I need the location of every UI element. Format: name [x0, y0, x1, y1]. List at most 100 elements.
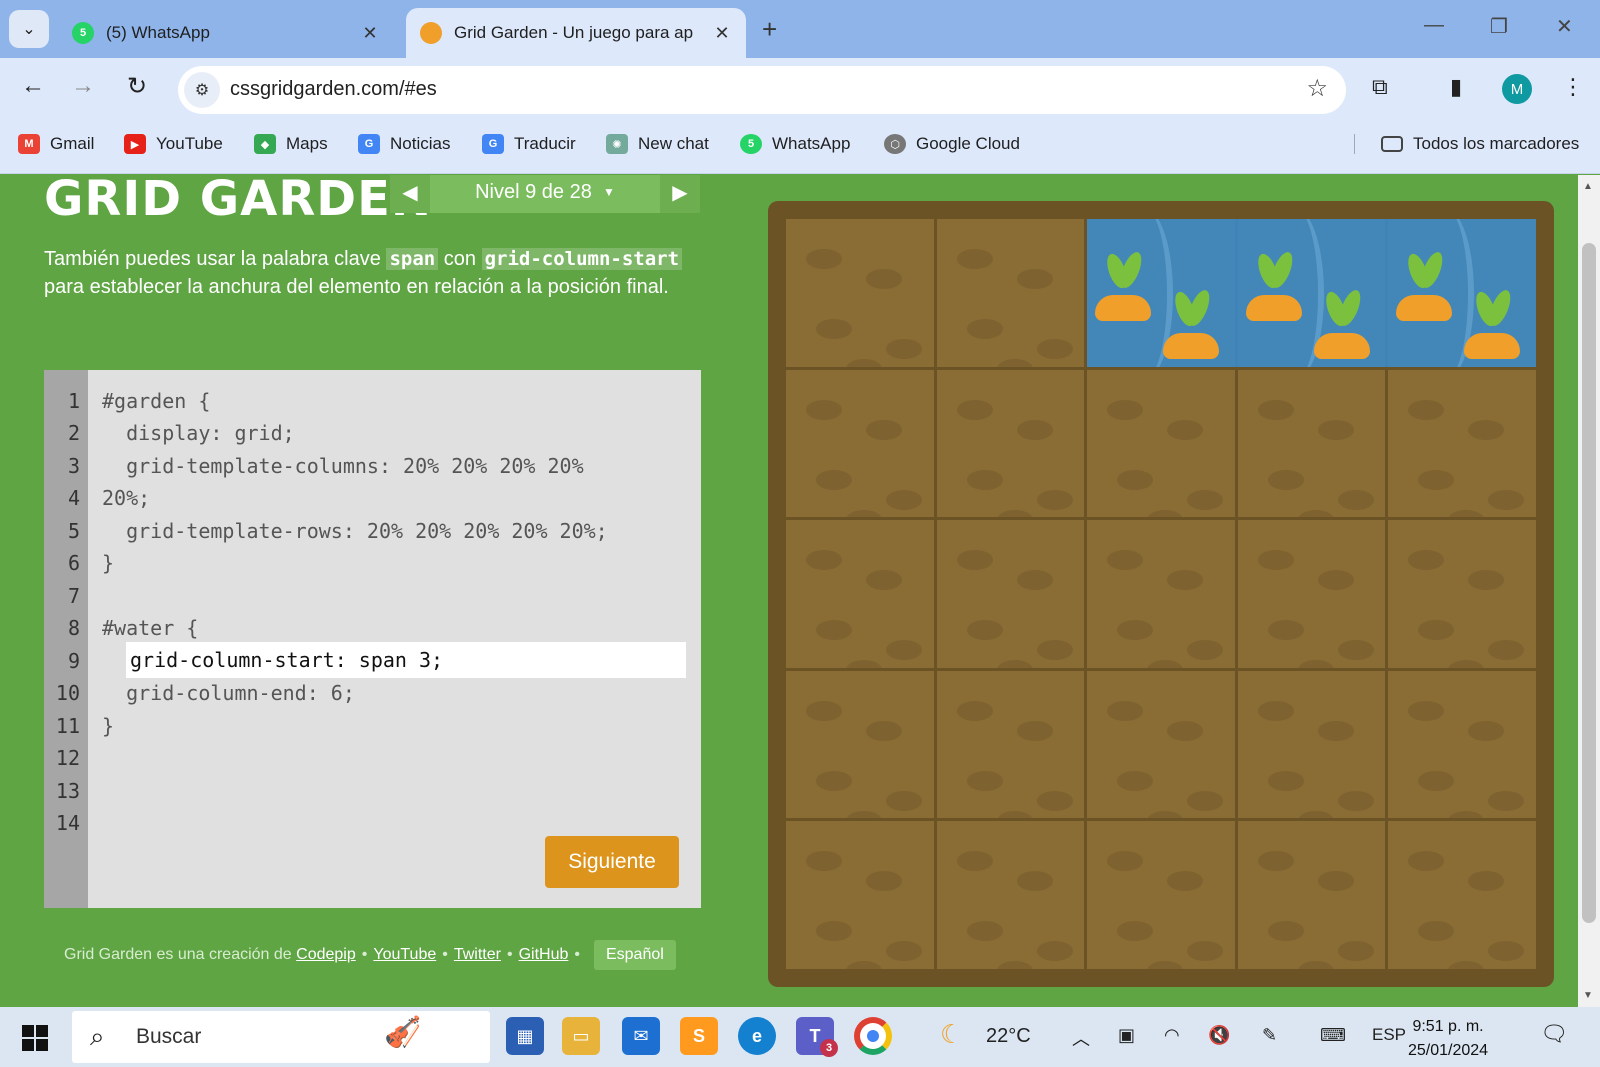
css-answer-input[interactable] [126, 642, 686, 678]
url-text[interactable]: cssgridgarden.com/#es [230, 78, 437, 101]
bookmark-star-icon[interactable]: ☆ [1306, 74, 1328, 103]
line-number: 5 [67, 519, 80, 543]
link-twitter[interactable]: Twitter [454, 946, 501, 964]
prev-level-icon[interactable]: ◀ [390, 175, 430, 213]
page-scrollbar[interactable]: ▲ ▼ [1578, 175, 1600, 1007]
soil-cell [1087, 670, 1235, 819]
tab-title: Grid Garden - Un juego para ap [454, 23, 694, 42]
restore-icon[interactable]: ❐ [1490, 14, 1508, 39]
level-navigator: ◀ Nivel 9 de 28 ▼ ▶ [390, 175, 700, 213]
scroll-thumb[interactable] [1582, 243, 1596, 923]
forward-icon[interactable]: → [66, 72, 100, 100]
chevron-up-icon[interactable]: ︿ [1072, 1025, 1090, 1051]
taskbar-clock[interactable]: 9:51 p. m. 25/01/2024 [1408, 1015, 1488, 1063]
close-tab-icon[interactable]: ✕ [360, 23, 380, 44]
line-number: 10 [55, 681, 80, 705]
line-number: 6 [67, 551, 80, 575]
new-tab-button[interactable]: + [762, 14, 777, 45]
chatgpt-icon: ✺ [606, 134, 628, 154]
bookmark-whatsapp[interactable]: 5 WhatsApp [740, 134, 850, 154]
water-cell [1237, 219, 1386, 367]
mail-icon[interactable]: ✉ [622, 1017, 660, 1055]
file-explorer-icon[interactable]: ▭ [562, 1017, 600, 1055]
link-codepip[interactable]: Codepip [296, 946, 356, 964]
all-bookmarks[interactable]: Todos los marcadores [1354, 134, 1579, 154]
bookmark-traducir[interactable]: G Traducir [482, 134, 576, 154]
reload-icon[interactable]: ↻ [120, 72, 154, 101]
garden-grid [786, 219, 1536, 969]
wifi-icon[interactable]: ◠ [1164, 1025, 1180, 1046]
link-youtube[interactable]: YouTube [373, 946, 436, 964]
soil-cell [1237, 670, 1386, 819]
extensions-icon[interactable]: ⧉ [1372, 74, 1388, 100]
address-bar[interactable]: ⚙ cssgridgarden.com/#es ☆ [178, 66, 1346, 114]
side-panel-icon[interactable]: ▮ [1450, 74, 1462, 100]
bookmark-youtube[interactable]: ▶ YouTube [124, 134, 223, 154]
search-icon: ⌕ [90, 1021, 105, 1051]
windows-start-icon[interactable] [22, 1025, 48, 1051]
tab-title: (5) WhatsApp [106, 23, 210, 42]
teams-icon[interactable]: T3 [796, 1017, 838, 1057]
soil-cell [1237, 369, 1386, 518]
keyboard-icon[interactable]: ⌨ [1320, 1025, 1346, 1046]
close-tab-icon[interactable]: ✕ [712, 23, 732, 44]
chrome-icon[interactable] [854, 1017, 892, 1055]
game-logo: GRID GARDEN [44, 175, 433, 227]
clock-date: 25/01/2024 [1408, 1042, 1489, 1059]
bookmark-new-chat[interactable]: ✺ New chat [606, 134, 709, 154]
keyword-span: span [386, 248, 439, 270]
whatsapp-icon: 5 [72, 22, 94, 44]
level-select[interactable]: Nivel 9 de 28 ▼ [430, 175, 660, 213]
notifications-icon[interactable]: 🗨 [1540, 1021, 1568, 1047]
soil-cell [1087, 520, 1235, 668]
bookmark-maps[interactable]: ◆ Maps [254, 134, 328, 154]
clock-time: 9:51 p. m. [1412, 1018, 1484, 1035]
taskbar-search[interactable]: ⌕ Buscar 🎻 [72, 1011, 490, 1063]
avatar[interactable]: M [1502, 74, 1532, 104]
browser-toolbar: ← → ↻ ⚙ cssgridgarden.com/#es ☆ ⧉ ▮ M ⋮ [0, 58, 1600, 120]
input-language[interactable]: ESP [1372, 1025, 1406, 1045]
code-line: #water { [102, 616, 199, 640]
edge-icon[interactable]: e [738, 1017, 776, 1055]
tab-grid-garden[interactable]: Grid Garden - Un juego para ap ✕ [406, 8, 746, 58]
minimize-icon[interactable]: — [1424, 14, 1444, 37]
line-number: 12 [55, 746, 80, 770]
back-icon[interactable]: ← [16, 72, 50, 100]
link-github[interactable]: GitHub [519, 946, 569, 964]
code-editor: 1 2 3 4 5 6 7 8 9 10 11 12 13 14 #garden… [44, 370, 701, 908]
water-cell [1388, 219, 1536, 367]
scroll-down-icon[interactable]: ▼ [1583, 990, 1593, 1001]
gmail-icon: M [18, 134, 40, 154]
bookmark-noticias[interactable]: G Noticias [358, 134, 450, 154]
sublime-text-icon[interactable]: S [680, 1017, 718, 1055]
line-number: 14 [55, 811, 80, 835]
store-icon[interactable]: ▦ [506, 1017, 544, 1055]
line-number: 3 [67, 454, 80, 478]
bookmark-gmail[interactable]: M Gmail [18, 134, 94, 154]
news-icon: G [358, 134, 380, 154]
language-select[interactable]: Español [593, 940, 676, 970]
code-line: display: grid; [102, 421, 295, 445]
meet-icon[interactable]: ▣ [1118, 1025, 1135, 1046]
menu-icon[interactable]: ⋮ [1562, 74, 1584, 100]
code-line: grid-template-rows: 20% 20% 20% 20% 20%; [102, 519, 608, 543]
next-level-icon[interactable]: ▶ [660, 175, 700, 213]
code-line: } [102, 714, 115, 738]
close-window-icon[interactable]: ✕ [1556, 14, 1573, 39]
maps-icon: ◆ [254, 134, 276, 154]
pen-icon[interactable]: ✎ [1262, 1025, 1277, 1046]
weather-temp[interactable]: 22°C [986, 1025, 1031, 1048]
soil-cell [786, 369, 934, 518]
code-line: grid-template-columns: 20% 20% 20% 20% [102, 454, 584, 478]
next-button[interactable]: Siguiente [545, 836, 679, 888]
line-number: 9 [67, 649, 80, 673]
bookmark-google-cloud[interactable]: ⬡ Google Cloud [884, 134, 1020, 154]
moon-weather-icon: ☾ [940, 1019, 964, 1049]
tab-whatsapp[interactable]: 5 (5) WhatsApp ✕ [58, 8, 394, 58]
speaker-muted-icon[interactable]: 🔇 [1208, 1025, 1230, 1046]
tab-search-button[interactable]: ⌄ [9, 10, 49, 48]
line-number: 8 [67, 616, 80, 640]
line-number: 7 [67, 584, 80, 608]
scroll-up-icon[interactable]: ▲ [1583, 181, 1593, 192]
site-info-icon[interactable]: ⚙ [184, 72, 220, 108]
